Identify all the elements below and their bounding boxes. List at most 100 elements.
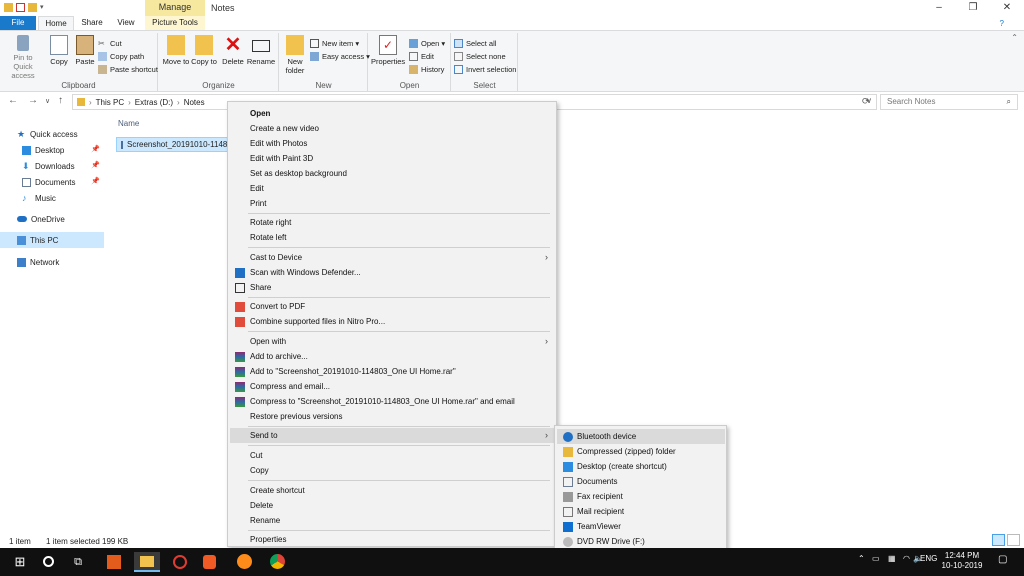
rename-button[interactable]: Rename <box>246 35 276 66</box>
paste-button[interactable]: Paste <box>70 35 100 66</box>
windows-start-icon[interactable]: ⊞ <box>10 552 30 572</box>
menu-edit[interactable]: Edit <box>230 181 554 196</box>
menu-create-shortcut[interactable]: Create shortcut <box>230 483 554 498</box>
new-folder-icon[interactable] <box>28 3 37 12</box>
menu-cast[interactable]: Cast to Device › <box>230 250 554 265</box>
back-arrow-icon[interactable]: ← <box>8 95 18 106</box>
tab-view[interactable]: View <box>110 16 142 30</box>
history-button[interactable]: History <box>409 63 444 76</box>
copy-to-button[interactable]: Copy to <box>189 35 219 66</box>
wifi-icon[interactable]: ◠ <box>903 554 910 563</box>
refresh-icon[interactable]: ⟳ <box>862 96 870 107</box>
qat-dropdown-icon[interactable]: ▾ <box>40 3 49 12</box>
menu-send-to[interactable]: Send to › <box>230 428 554 443</box>
nav-documents[interactable]: Documents 📌 <box>0 174 104 190</box>
recent-dropdown-icon[interactable]: ∨ <box>45 97 50 105</box>
menu-share[interactable]: Share <box>230 280 554 295</box>
forward-arrow-icon[interactable]: → <box>28 95 38 106</box>
folder-icon[interactable] <box>4 3 13 12</box>
maximize-button[interactable]: ❐ <box>956 0 990 16</box>
column-header-name[interactable]: Name <box>118 119 139 128</box>
nav-network[interactable]: Network <box>0 254 104 270</box>
search-input[interactable]: Search Notes ⌕ <box>880 94 1018 110</box>
breadcrumb-notes[interactable]: Notes <box>184 98 205 107</box>
sendto-compressed[interactable]: Compressed (zipped) folder <box>557 444 725 459</box>
help-icon[interactable]: ? <box>1000 19 1004 28</box>
breadcrumb-extras[interactable]: Extras (D:) <box>135 98 173 107</box>
manage-contextual-tab[interactable]: Manage <box>145 0 205 16</box>
edit-button[interactable]: Edit <box>409 50 434 63</box>
menu-set-background[interactable]: Set as desktop background <box>230 166 554 181</box>
menu-combine-nitro[interactable]: Combine supported files in Nitro Pro... <box>230 314 554 329</box>
firefox-icon[interactable] <box>235 552 255 572</box>
office-app-icon[interactable] <box>104 552 124 572</box>
breadcrumb-this-pc[interactable]: This PC <box>96 98 124 107</box>
nav-onedrive[interactable]: OneDrive <box>0 211 104 227</box>
sendto-teamviewer[interactable]: TeamViewer <box>557 519 725 534</box>
tray-chevron-icon[interactable]: ⌃ <box>858 554 865 563</box>
select-none-button[interactable]: Select none <box>454 50 506 63</box>
sendto-mail[interactable]: Mail recipient <box>557 504 725 519</box>
large-icons-view-icon[interactable] <box>1007 534 1020 546</box>
nav-this-pc[interactable]: This PC <box>0 232 104 248</box>
menu-compress-email[interactable]: Compress and email... <box>230 379 554 394</box>
menu-open-with[interactable]: Open with › <box>230 334 554 349</box>
menu-rotate-right[interactable]: Rotate right <box>230 215 554 230</box>
brave-browser-icon[interactable] <box>200 552 220 572</box>
sendto-documents[interactable]: Documents <box>557 474 725 489</box>
action-center-icon[interactable]: ▢ <box>998 554 1007 565</box>
network-tray-icon[interactable]: ▦ <box>888 554 896 563</box>
close-button[interactable]: ✕ <box>990 0 1024 16</box>
menu-print[interactable]: Print <box>230 196 554 211</box>
properties-button[interactable]: ✓ Properties <box>371 35 405 66</box>
language-indicator[interactable]: ENG <box>920 554 937 563</box>
menu-copy[interactable]: Copy <box>230 463 554 478</box>
menu-scan[interactable]: Scan with Windows Defender... <box>230 265 554 280</box>
tab-share[interactable]: Share <box>76 16 108 30</box>
file-explorer-taskbar-icon[interactable] <box>134 552 160 572</box>
sendto-fax[interactable]: Fax recipient <box>557 489 725 504</box>
menu-add-rar[interactable]: Add to "Screenshot_20191010-114803_One U… <box>230 364 554 379</box>
sendto-bluetooth[interactable]: Bluetooth device <box>557 429 725 444</box>
menu-edit-photos[interactable]: Edit with Photos <box>230 136 554 151</box>
tab-home[interactable]: Home <box>38 16 74 30</box>
copy-path-button[interactable]: Copy path <box>98 50 144 63</box>
menu-restore[interactable]: Restore previous versions <box>230 409 554 424</box>
tab-picture-tools[interactable]: Picture Tools <box>145 16 205 30</box>
nav-music[interactable]: ♪ Music <box>0 190 104 206</box>
paste-shortcut-button[interactable]: Paste shortcut <box>98 63 158 76</box>
menu-open[interactable]: Open <box>230 106 554 121</box>
move-to-button[interactable]: Move to <box>161 35 191 66</box>
nav-quick-access[interactable]: ★ Quick access <box>0 126 104 142</box>
new-folder-button[interactable]: New folder <box>280 35 310 75</box>
select-all-button[interactable]: Select all <box>454 37 496 50</box>
cut-button[interactable]: ✂ Cut <box>98 37 122 50</box>
sendto-desktop[interactable]: Desktop (create shortcut) <box>557 459 725 474</box>
pin-quick-access-button[interactable]: Pin to Quick access <box>4 35 42 80</box>
chrome-icon[interactable] <box>268 552 288 572</box>
menu-rename[interactable]: Rename <box>230 513 554 528</box>
taskbar-clock[interactable]: 12:44 PM 10-10-2019 <box>940 551 984 571</box>
easy-access-button[interactable]: Easy access ▾ <box>310 50 370 63</box>
menu-create-video[interactable]: Create a new video <box>230 121 554 136</box>
app-red-icon[interactable] <box>170 552 190 572</box>
battery-icon[interactable]: ▭ <box>872 554 880 563</box>
menu-add-archive[interactable]: Add to archive... <box>230 349 554 364</box>
up-arrow-icon[interactable]: ↑ <box>58 95 63 106</box>
tab-file[interactable]: File <box>0 16 36 30</box>
menu-properties[interactable]: Properties <box>230 532 554 547</box>
ribbon-collapse-icon[interactable]: ⌃ <box>1011 33 1018 42</box>
menu-rotate-left[interactable]: Rotate left <box>230 230 554 245</box>
invert-selection-button[interactable]: Invert selection <box>454 63 516 76</box>
delete-button[interactable]: ✕ Delete <box>218 35 248 66</box>
new-item-button[interactable]: New item ▾ <box>310 37 359 50</box>
menu-compress-rar-email[interactable]: Compress to "Screenshot_20191010-114803_… <box>230 394 554 409</box>
menu-cut[interactable]: Cut <box>230 448 554 463</box>
menu-edit-paint3d[interactable]: Edit with Paint 3D <box>230 151 554 166</box>
menu-convert-pdf[interactable]: Convert to PDF <box>230 299 554 314</box>
minimize-button[interactable]: – <box>922 0 956 16</box>
task-view-icon[interactable]: ⧉ <box>68 552 88 572</box>
sendto-dvd[interactable]: DVD RW Drive (F:) <box>557 534 725 549</box>
file-item[interactable]: Screenshot_20191010-114803 <box>116 137 228 152</box>
menu-delete[interactable]: Delete <box>230 498 554 513</box>
